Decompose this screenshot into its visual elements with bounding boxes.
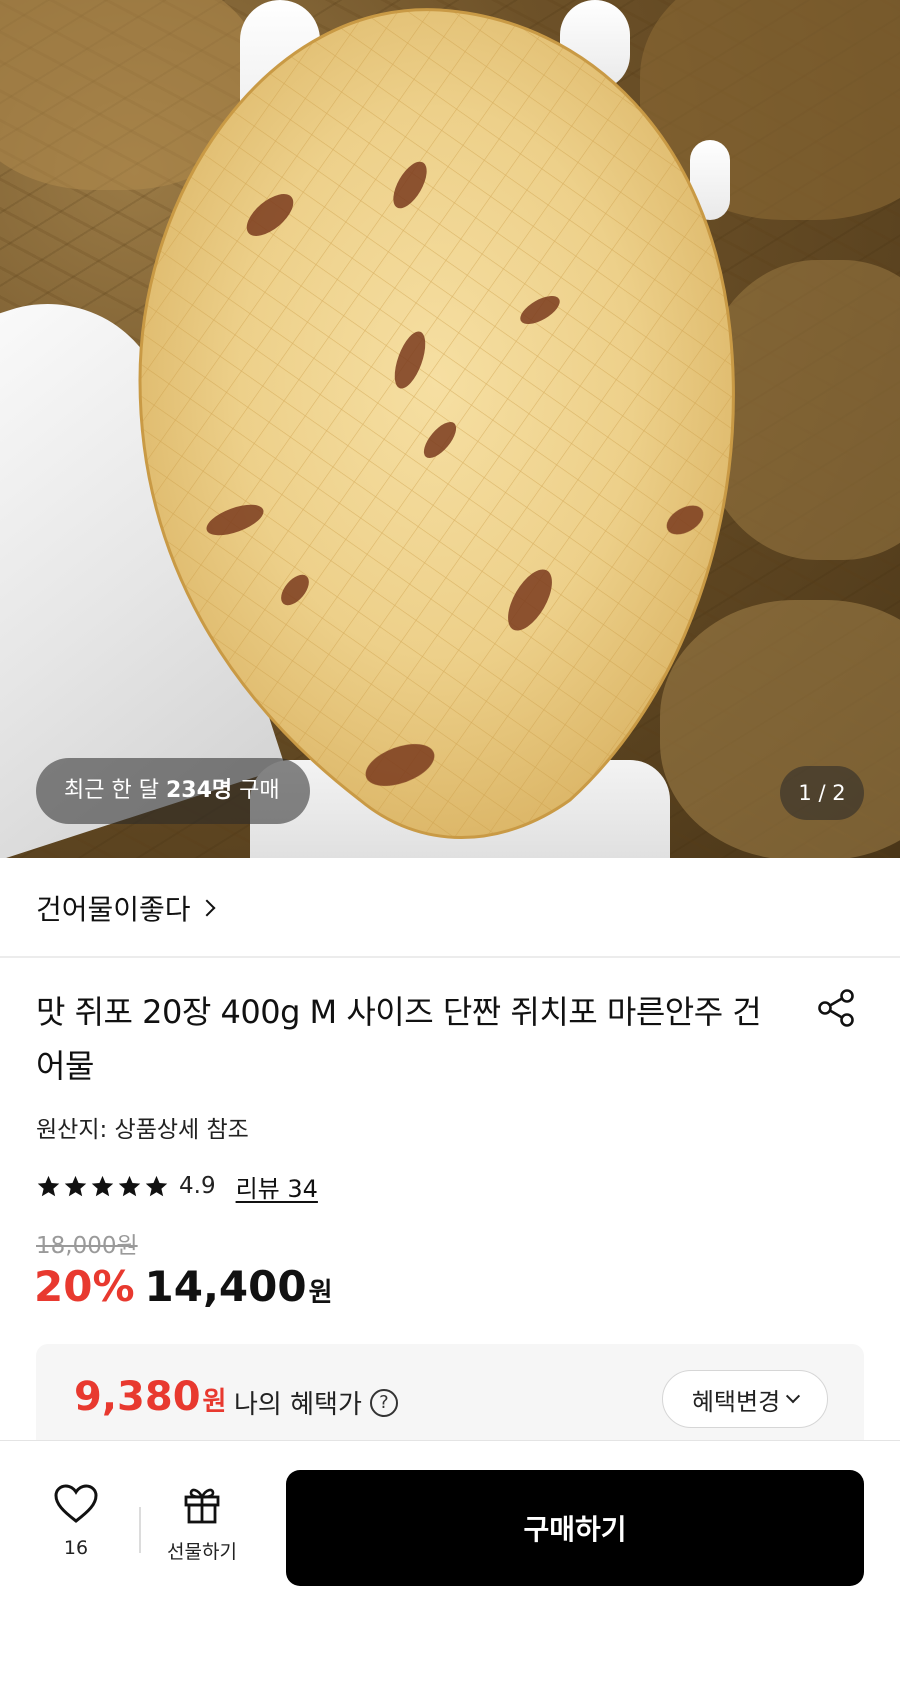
benefit-price-value: 9,380 — [74, 1374, 201, 1420]
review-link[interactable]: 리뷰 34 — [236, 1169, 318, 1204]
benefit-price: 9,380 원 — [74, 1374, 226, 1420]
price-row: 20% 14,400 원 — [34, 1262, 333, 1311]
store-name: 건어물이좋다 — [36, 893, 191, 926]
benefit-label-row: 나의 혜택가 ? — [234, 1384, 398, 1421]
image-page-indicator: 1 / 2 — [780, 766, 864, 820]
sale-price: 14,400 — [144, 1262, 307, 1311]
vertical-divider — [139, 1507, 141, 1553]
benefit-price-unit: 원 — [202, 1387, 227, 1417]
benefit-change-button[interactable]: 혜택변경 — [662, 1370, 828, 1428]
rating-value: 4.9 — [179, 1173, 216, 1199]
help-icon[interactable]: ? — [369, 1388, 398, 1417]
badge-suffix: 구매 — [232, 778, 280, 803]
like-button[interactable]: 16 — [40, 1483, 112, 1573]
star-icon — [64, 1175, 87, 1196]
star-icon — [145, 1175, 168, 1196]
heart-icon — [54, 1484, 98, 1523]
discount-rate: 20% — [34, 1262, 135, 1311]
star-icon — [118, 1175, 141, 1196]
benefit-box: 9,380 원 나의 혜택가 ? 혜택변경 — [36, 1344, 864, 1454]
section-divider — [0, 956, 900, 958]
origin-info: 원산지: 상품상세 참조 — [36, 1117, 249, 1143]
chevron-down-icon — [786, 1389, 801, 1404]
rating-row: 4.9 리뷰 34 — [36, 1168, 318, 1204]
gift-label: 선물하기 — [167, 1541, 237, 1563]
dried-filefish — [138, 8, 735, 839]
star-icon — [37, 1175, 60, 1196]
recent-purchase-badge: 최근 한 달 234명 구매 — [36, 758, 310, 824]
benefit-change-label: 혜택변경 — [691, 1387, 781, 1416]
store-link[interactable]: 건어물이좋다 — [36, 886, 216, 930]
gift-icon — [184, 1488, 220, 1524]
original-price: 18,000원 — [36, 1233, 138, 1259]
badge-count: 234명 — [165, 778, 233, 803]
benefit-label: 나의 혜택가 — [234, 1390, 362, 1420]
star-rating — [36, 1174, 169, 1199]
gift-button[interactable]: 선물하기 — [156, 1483, 248, 1573]
bottom-action-bar: 16 선물하기 구매하기 — [0, 1440, 900, 1689]
like-count: 16 — [63, 1537, 89, 1559]
product-image[interactable]: 최근 한 달 234명 구매 1 / 2 — [0, 0, 900, 858]
badge-prefix: 최근 한 달 — [64, 778, 166, 803]
share-icon[interactable] — [814, 986, 858, 1030]
star-icon — [91, 1175, 114, 1196]
buy-button[interactable]: 구매하기 — [286, 1470, 864, 1586]
sale-price-unit: 원 — [308, 1278, 333, 1308]
product-title: 맛 쥐포 20장 400g M 사이즈 단짠 쥐치포 마른안주 건어물 — [36, 993, 762, 1085]
chevron-right-icon — [198, 899, 216, 917]
